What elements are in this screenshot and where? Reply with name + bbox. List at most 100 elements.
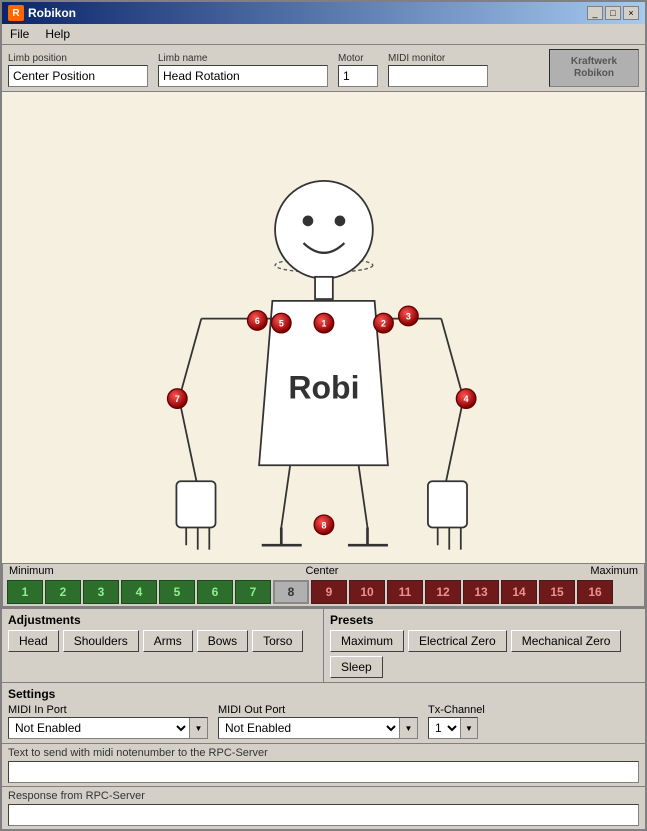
midi-in-label: MIDI In Port (8, 704, 208, 716)
midi-in-dropdown[interactable]: Not Enabled ▼ (8, 717, 208, 739)
svg-text:5: 5 (279, 319, 284, 329)
midi-slider-section: Minimum Center Maximum 1 2 3 4 5 6 7 8 9… (2, 563, 645, 607)
slider-cell-12[interactable]: 12 (425, 580, 461, 604)
preset-sleep-button[interactable]: Sleep (330, 656, 383, 678)
midi-out-label: MIDI Out Port (218, 704, 418, 716)
midi-in-select[interactable]: Not Enabled (9, 718, 189, 738)
tx-channel-dropdown[interactable]: 1 ▼ (428, 717, 478, 739)
tx-channel-dropdown-arrow[interactable]: ▼ (460, 718, 477, 738)
svg-text:1: 1 (321, 319, 326, 329)
adj-bows-button[interactable]: Bows (197, 630, 248, 652)
slider-cell-4[interactable]: 4 (121, 580, 157, 604)
main-window: R Robikon _ □ × File Help Limb position … (0, 0, 647, 831)
slider-cell-15[interactable]: 15 (539, 580, 575, 604)
midi-out-field: MIDI Out Port Not Enabled ▼ (218, 704, 418, 739)
motor-label: Motor (338, 53, 378, 64)
slider-cell-13[interactable]: 13 (463, 580, 499, 604)
adj-head-button[interactable]: Head (8, 630, 59, 652)
midi-monitor-label: MIDI monitor (388, 53, 488, 64)
center-label: Center (305, 565, 338, 577)
max-label: Maximum (590, 565, 638, 577)
midi-monitor-input[interactable] (388, 65, 488, 87)
midi-out-dropdown[interactable]: Not Enabled ▼ (218, 717, 418, 739)
logo: KraftwerkRobikon (549, 49, 639, 87)
svg-text:4: 4 (464, 394, 469, 404)
slider-cell-2[interactable]: 2 (45, 580, 81, 604)
adjustments-buttons: Head Shoulders Arms Bows Torso (8, 630, 317, 652)
limb-position-group: Limb position (8, 53, 148, 87)
rpc-response-section: Response from RPC-Server (2, 786, 645, 829)
slider-cell-9[interactable]: 9 (311, 580, 347, 604)
toolbar: Limb position Limb name Motor MIDI monit… (2, 45, 645, 92)
settings-row: MIDI In Port Not Enabled ▼ MIDI Out Port… (8, 704, 639, 739)
midi-out-dropdown-arrow[interactable]: ▼ (399, 718, 417, 738)
adj-presets-row: Adjustments Head Shoulders Arms Bows Tor… (2, 607, 645, 682)
presets-buttons: Maximum Electrical Zero Mechanical Zero … (330, 630, 639, 678)
svg-text:8: 8 (321, 520, 326, 530)
minimize-button[interactable]: _ (587, 6, 603, 20)
presets-header: Presets (330, 613, 639, 627)
slider-cell-16[interactable]: 16 (577, 580, 613, 604)
limb-name-input[interactable] (158, 65, 328, 87)
slider-cell-10[interactable]: 10 (349, 580, 385, 604)
slider-cell-6[interactable]: 6 (197, 580, 233, 604)
tx-channel-field: Tx-Channel 1 ▼ (428, 704, 485, 739)
rpc-send-section: Text to send with midi notenumber to the… (2, 743, 645, 786)
slider-cell-3[interactable]: 3 (83, 580, 119, 604)
rpc-response-label: Response from RPC-Server (8, 790, 639, 802)
slider-cell-8[interactable]: 8 (273, 580, 309, 604)
slider-cell-7[interactable]: 7 (235, 580, 271, 604)
close-button[interactable]: × (623, 6, 639, 20)
rpc-send-label: Text to send with midi notenumber to the… (8, 747, 639, 759)
midi-in-field: MIDI In Port Not Enabled ▼ (8, 704, 208, 739)
adj-shoulders-button[interactable]: Shoulders (63, 630, 139, 652)
svg-text:3: 3 (406, 312, 411, 322)
limb-position-input[interactable] (8, 65, 148, 87)
motor-input[interactable] (338, 65, 378, 87)
slider-cell-1[interactable]: 1 (7, 580, 43, 604)
preset-mech-zero-button[interactable]: Mechanical Zero (511, 630, 622, 652)
menu-help[interactable]: Help (41, 26, 74, 42)
bottom-panel: Minimum Center Maximum 1 2 3 4 5 6 7 8 9… (2, 563, 645, 829)
limb-name-group: Limb name (158, 53, 328, 87)
rpc-response-display (8, 804, 639, 826)
svg-text:7: 7 (175, 394, 180, 404)
midi-monitor-group: MIDI monitor (388, 53, 488, 87)
svg-text:2: 2 (381, 319, 386, 329)
slider-cell-14[interactable]: 14 (501, 580, 537, 604)
settings-section: Settings MIDI In Port Not Enabled ▼ MIDI… (2, 682, 645, 743)
midi-in-dropdown-arrow[interactable]: ▼ (189, 718, 207, 738)
menu-bar: File Help (2, 24, 645, 45)
maximize-button[interactable]: □ (605, 6, 621, 20)
limb-name-label: Limb name (158, 53, 328, 64)
slider-cell-5[interactable]: 5 (159, 580, 195, 604)
midi-out-select[interactable]: Not Enabled (219, 718, 399, 738)
robot-canvas: Robi (2, 92, 645, 563)
title-bar: R Robikon _ □ × (2, 2, 645, 24)
slider-labels: Minimum Center Maximum (3, 564, 644, 578)
robot-svg: Robi (2, 92, 645, 563)
tx-channel-label: Tx-Channel (428, 704, 485, 716)
limb-position-label: Limb position (8, 53, 148, 64)
slider-cells: 1 2 3 4 5 6 7 8 9 10 11 12 13 14 15 16 (3, 578, 644, 606)
tx-channel-select[interactable]: 1 (429, 718, 460, 738)
adj-torso-button[interactable]: Torso (252, 630, 303, 652)
app-icon: R (8, 5, 24, 21)
preset-elec-zero-button[interactable]: Electrical Zero (408, 630, 507, 652)
adjustments-header: Adjustments (8, 613, 317, 627)
slider-cell-11[interactable]: 11 (387, 580, 423, 604)
menu-file[interactable]: File (6, 26, 33, 42)
presets-section: Presets Maximum Electrical Zero Mechanic… (324, 608, 645, 682)
rpc-send-input[interactable] (8, 761, 639, 783)
adjustments-section: Adjustments Head Shoulders Arms Bows Tor… (2, 608, 324, 682)
svg-text:Robi: Robi (288, 370, 359, 406)
svg-text:6: 6 (255, 316, 260, 326)
title-buttons: _ □ × (587, 6, 639, 20)
motor-group: Motor (338, 53, 378, 87)
adj-arms-button[interactable]: Arms (143, 630, 193, 652)
window-title: Robikon (28, 6, 76, 20)
preset-maximum-button[interactable]: Maximum (330, 630, 404, 652)
min-label: Minimum (9, 565, 54, 577)
settings-header: Settings (8, 687, 639, 701)
title-bar-left: R Robikon (8, 5, 76, 21)
